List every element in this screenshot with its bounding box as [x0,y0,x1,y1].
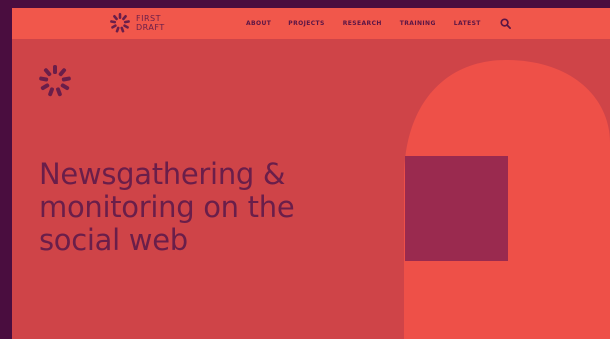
site-header: FIRST DRAFT ABOUT PROJECTS RESEARCH TRAI… [12,8,610,39]
search-icon[interactable] [500,18,511,29]
window-top-edge [0,0,610,8]
web-page: FIRST DRAFT ABOUT PROJECTS RESEARCH TRAI… [12,8,610,339]
nav-item-about[interactable]: ABOUT [246,20,271,27]
site-logo[interactable]: FIRST DRAFT [109,12,165,34]
headline-line-1: Newsgathering & [39,157,286,191]
logo-line-1: FIRST [136,14,161,23]
sunburst-hero-icon [39,65,71,97]
decorative-square [405,156,508,261]
window-left-edge [0,0,12,339]
logo-wordmark: FIRST DRAFT [136,14,165,32]
nav-item-projects[interactable]: PROJECTS [288,20,324,27]
sunburst-logo-icon [110,13,130,33]
hero-headline: Newsgathering & monitoring on the social… [39,158,369,257]
main-nav: ABOUT PROJECTS RESEARCH TRAINING LATEST [246,18,511,29]
headline-line-3: social web [39,223,188,257]
nav-item-latest[interactable]: LATEST [454,20,481,27]
logo-line-2: DRAFT [136,23,165,32]
nav-item-training[interactable]: TRAINING [400,20,436,27]
nav-item-research[interactable]: RESEARCH [343,20,382,27]
headline-line-2: monitoring on the [39,190,295,224]
